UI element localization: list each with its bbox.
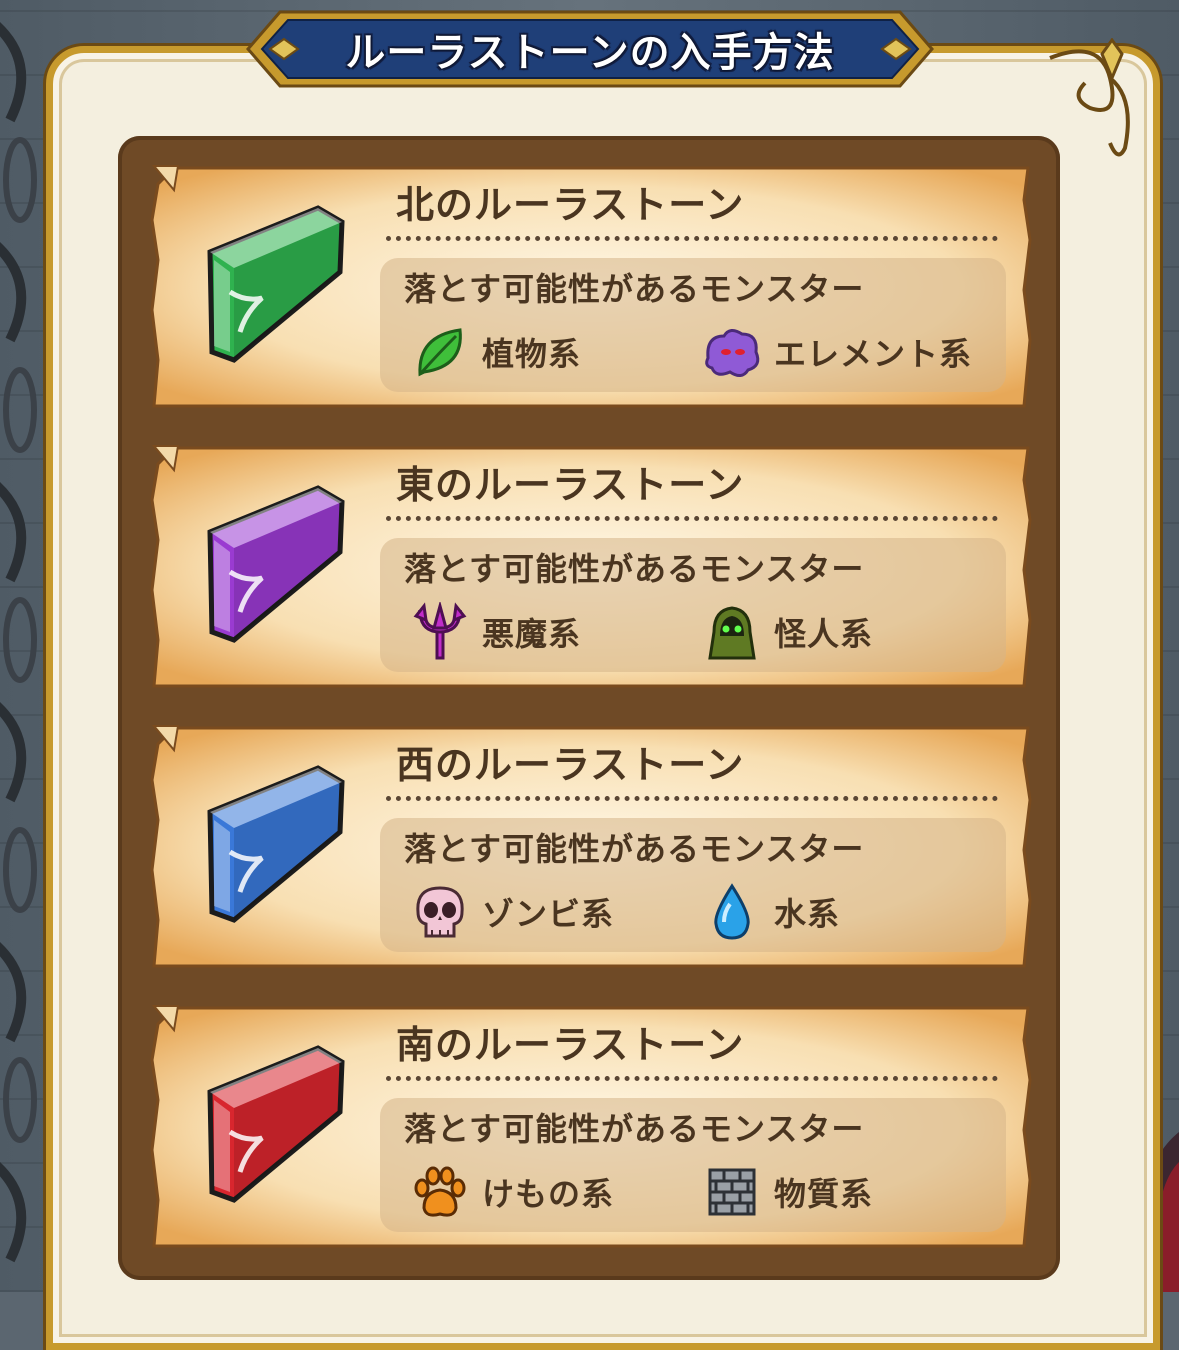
stone-name: 東のルーラストーン: [396, 463, 745, 507]
monster-type-label: 悪魔系: [482, 615, 582, 653]
dotted-divider: [386, 796, 998, 801]
dotted-divider: [386, 236, 998, 241]
stone-name: 南のルーラストーン: [396, 1023, 745, 1067]
monster-type: ゾンビ系: [410, 882, 614, 942]
element-ghost-icon: [702, 322, 762, 382]
drop-label: 落とす可能性があるモンスター: [404, 830, 865, 868]
rula-stone-gem-icon: [207, 205, 345, 363]
monster-type: けもの系: [410, 1162, 614, 1222]
hooded-figure-icon: [702, 602, 762, 662]
monster-type: 物質系: [702, 1162, 873, 1222]
dotted-divider: [386, 1076, 998, 1081]
list-item-east-stone: 東のルーラストーン落とす可能性があるモンスター悪魔系 怪人系: [148, 440, 1032, 690]
drop-info-box: 落とす可能性があるモンスターゾンビ系 水系: [380, 818, 1006, 952]
monster-type: 悪魔系: [410, 602, 581, 662]
monster-type: 水系: [702, 882, 840, 942]
drop-info-box: 落とす可能性があるモンスター植物系 エレメント系: [380, 258, 1006, 392]
dotted-divider: [386, 516, 998, 521]
list-item-north-stone: 北のルーラストーン落とす可能性があるモンスター植物系 エレメント系: [148, 160, 1032, 410]
list-item-west-stone: 西のルーラストーン落とす可能性があるモンスターゾンビ系 水系: [148, 720, 1032, 970]
paw-icon: [410, 1162, 470, 1222]
monster-type-label: けもの系: [482, 1175, 615, 1213]
rula-stone-gem-icon: [207, 765, 345, 923]
rula-stone-gem-icon: [207, 1045, 345, 1203]
monster-type: エレメント系: [702, 322, 972, 382]
monster-type-label: ゾンビ系: [482, 895, 615, 933]
title-banner: ルーラストーンの入手方法: [218, 6, 962, 92]
monster-type: 植物系: [410, 322, 581, 382]
trident-icon: [410, 602, 470, 662]
drop-label: 落とす可能性があるモンスター: [404, 270, 865, 308]
stone-name: 西のルーラストーン: [396, 743, 745, 787]
water-drop-icon: [702, 882, 762, 942]
skull-icon: [410, 882, 470, 942]
drop-info-box: 落とす可能性があるモンスターけもの系 物質系: [380, 1098, 1006, 1232]
monster-type: 怪人系: [702, 602, 873, 662]
brick-icon: [702, 1162, 762, 1222]
stone-name: 北のルーラストーン: [396, 183, 745, 227]
monster-type-label: 怪人系: [774, 615, 874, 653]
monster-type-label: 物質系: [774, 1175, 874, 1213]
page-title: ルーラストーンの入手方法: [345, 30, 835, 76]
monster-type-label: 植物系: [482, 335, 582, 373]
monster-type-label: 水系: [774, 895, 841, 933]
leaf-icon: [410, 322, 470, 382]
drop-label: 落とす可能性があるモンスター: [404, 1110, 865, 1148]
monster-type-label: エレメント系: [774, 335, 973, 373]
drop-info-box: 落とす可能性があるモンスター悪魔系 怪人系: [380, 538, 1006, 672]
rula-stone-gem-icon: [207, 485, 345, 643]
list-item-south-stone: 南のルーラストーン落とす可能性があるモンスターけもの系 物質系: [148, 1000, 1032, 1250]
drop-label: 落とす可能性があるモンスター: [404, 550, 865, 588]
